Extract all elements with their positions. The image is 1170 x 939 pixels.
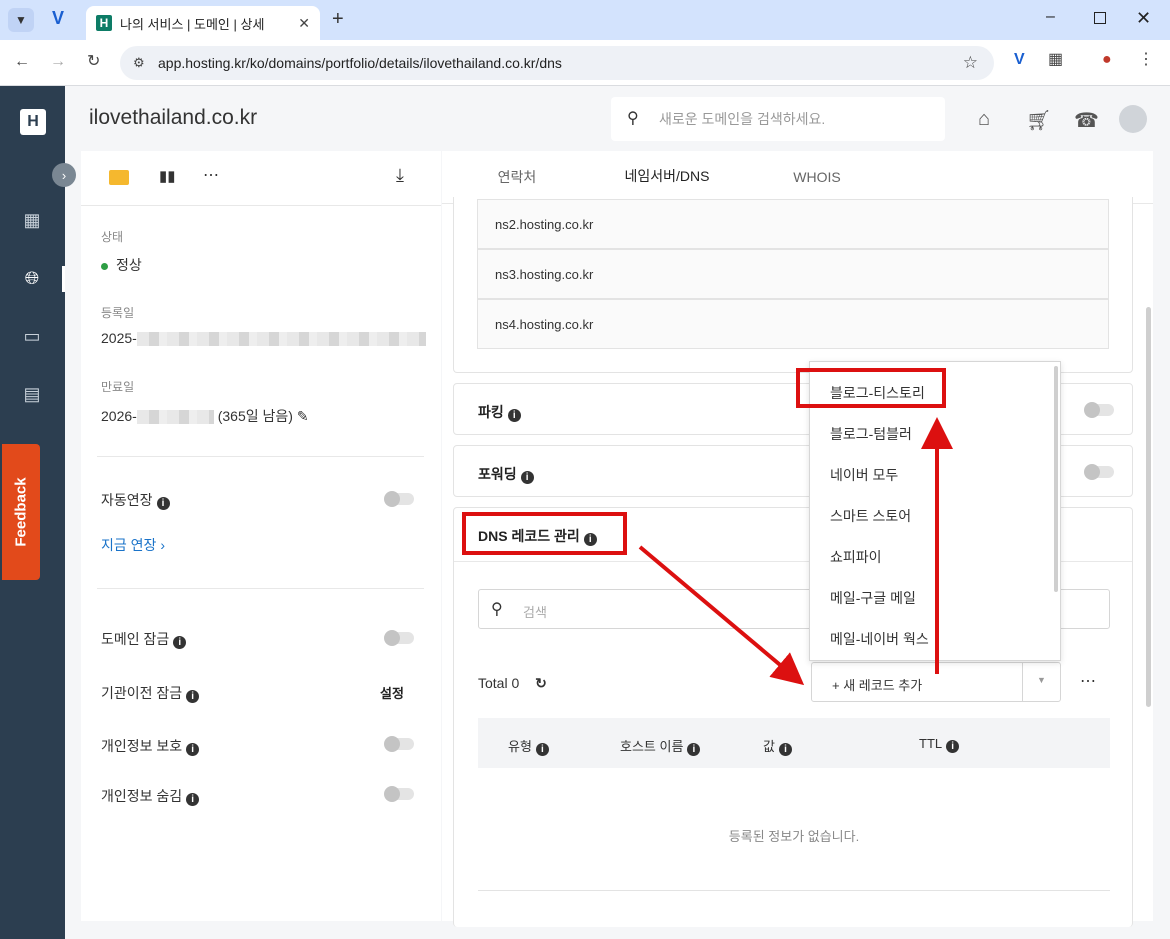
- annotation-arrows: [638, 417, 953, 686]
- arrow-to-add-record: [638, 545, 805, 686]
